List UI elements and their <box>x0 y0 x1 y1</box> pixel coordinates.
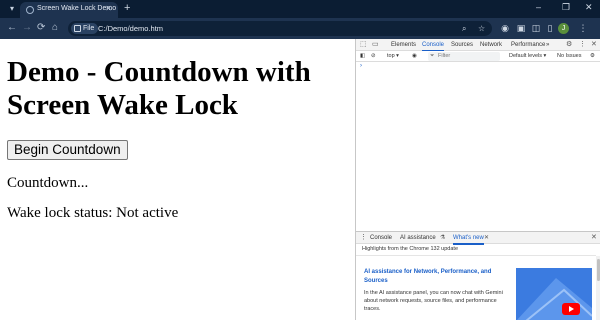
devtools-close-icon[interactable]: ✕ <box>591 40 597 50</box>
divider <box>356 255 596 256</box>
drawer-scrollbar[interactable] <box>596 256 600 320</box>
play-video-icon[interactable] <box>562 303 580 315</box>
drawer-tab-whats-new[interactable]: What's new <box>453 233 484 245</box>
countdown-text: Countdown... <box>7 175 89 191</box>
browser-tab[interactable]: Screen Wake Lock Demo ✕ <box>20 2 118 18</box>
console-prompt[interactable]: › <box>360 63 362 69</box>
console-settings-icon[interactable]: ⚙ <box>590 52 595 61</box>
bookmark-star-icon[interactable]: ☆ <box>478 23 485 34</box>
devtools-drawer: ⋮ Console AI assistance ⚗ What's new ✕ ✕… <box>356 231 600 320</box>
clear-console-icon[interactable]: ⊘ <box>371 52 376 61</box>
tab-close-icon[interactable]: ✕ <box>105 4 112 13</box>
sidebar-toggle-icon[interactable]: ◧ <box>360 52 365 61</box>
file-icon <box>74 25 81 32</box>
experiment-flask-icon: ⚗ <box>440 235 446 241</box>
drawer-tab-bar: ⋮ Console AI assistance ⚗ What's new ✕ ✕ <box>356 232 600 245</box>
maximize-button[interactable]: ❐ <box>562 2 570 13</box>
extension-icon[interactable]: ◉ <box>500 23 510 33</box>
filter-placeholder: Filter <box>438 53 451 59</box>
context-selector[interactable]: top ▾ <box>387 52 399 61</box>
site-info-chip[interactable]: File <box>71 23 99 34</box>
tab-sources[interactable]: Sources <box>451 40 473 50</box>
issues-counter[interactable]: No Issues <box>557 52 581 61</box>
globe-icon <box>26 6 34 14</box>
log-levels-dropdown[interactable]: Default levels ▾ <box>509 52 546 61</box>
more-menu-icon[interactable]: ⋮ <box>578 23 588 33</box>
split-view-icon[interactable]: ▯ <box>545 23 555 33</box>
page-content: Demo - Countdown with Screen Wake Lock B… <box>0 39 355 320</box>
new-tab-button[interactable]: + <box>124 2 130 14</box>
drawer-tab-ai-assistance[interactable]: AI assistance <box>400 233 436 243</box>
tab-search-icon[interactable]: ▾ <box>6 3 18 15</box>
tab-elements[interactable]: Elements <box>391 40 416 50</box>
devtools-more-icon[interactable]: ⋮ <box>579 40 586 50</box>
feature-card-body: In the AI assistance panel, you can now … <box>364 290 503 312</box>
live-expression-eye-icon[interactable]: ◉ <box>412 52 417 61</box>
drawer-menu-icon[interactable]: ⋮ <box>360 233 367 243</box>
reload-button[interactable]: ⟳ <box>37 22 45 34</box>
tab-title: Screen Wake Lock Demo <box>37 5 117 12</box>
url-text[interactable]: C:/Demo/demo.htm <box>98 23 163 34</box>
tab-performance[interactable]: Performance <box>511 40 545 50</box>
console-filter-input[interactable]: ⏷ Filter <box>428 52 500 61</box>
profile-avatar[interactable]: J <box>558 23 569 34</box>
inspect-element-icon[interactable]: ⬚ <box>360 40 367 50</box>
site-info-label: File <box>83 25 95 32</box>
begin-countdown-button[interactable]: Begin Countdown <box>7 140 128 160</box>
home-button[interactable]: ⌂ <box>52 22 58 34</box>
page-heading: Demo - Countdown with Screen Wake Lock <box>7 56 311 121</box>
devtools-tab-bar: ⬚ ▭ Elements Console Sources Network Per… <box>356 39 600 52</box>
console-toolbar: ◧ ⊘ top ▾ ◉ ⏷ Filter Default levels ▾ No… <box>356 51 600 62</box>
video-thumbnail[interactable] <box>516 268 592 320</box>
back-button[interactable]: ← <box>7 22 17 34</box>
feature-card-title[interactable]: AI assistance for Network, Performance, … <box>364 268 509 286</box>
tab-network[interactable]: Network <box>480 40 502 50</box>
minimize-button[interactable]: – <box>536 2 541 12</box>
browser-toolbar: ← → ⟳ ⌂ File C:/Demo/demo.htm ⌕ ☆ ◉ ▣ ◫ … <box>0 18 600 39</box>
zoom-icon[interactable]: ⌕ <box>462 23 466 34</box>
drawer-tab-console[interactable]: Console <box>370 233 392 243</box>
close-window-button[interactable]: ✕ <box>585 2 593 13</box>
wake-lock-status: Wake lock status: Not active <box>7 205 179 221</box>
more-tabs-button[interactable]: » <box>546 40 549 50</box>
whats-new-close-icon[interactable]: ✕ <box>484 233 489 243</box>
forward-button[interactable]: → <box>22 22 32 34</box>
thumbnail-graphic <box>516 278 592 320</box>
browser-tab-strip: ▾ Screen Wake Lock Demo ✕ + – ❐ ✕ <box>0 0 600 18</box>
drawer-close-icon[interactable]: ✕ <box>591 233 597 243</box>
settings-gear-icon[interactable]: ⚙ <box>566 40 572 50</box>
whats-new-subtitle: Highlights from the Chrome 132 update <box>362 246 458 252</box>
extensions-puzzle-icon[interactable]: ◫ <box>531 23 541 33</box>
media-icon[interactable]: ▣ <box>516 23 526 33</box>
device-toolbar-icon[interactable]: ▭ <box>372 40 379 50</box>
filter-icon: ⏷ <box>430 53 435 59</box>
devtools-panel: ⬚ ▭ Elements Console Sources Network Per… <box>355 39 600 320</box>
address-bar[interactable]: File C:/Demo/demo.htm ⌕ ☆ <box>68 21 492 36</box>
